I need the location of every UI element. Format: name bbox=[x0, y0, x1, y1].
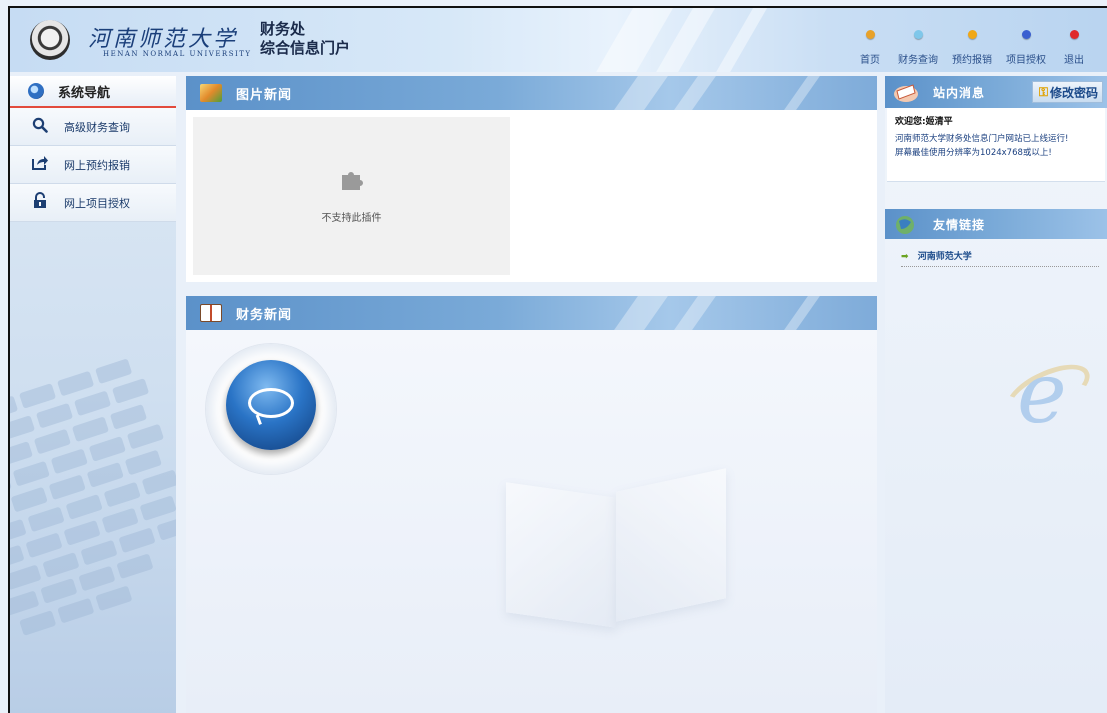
globe-icon bbox=[28, 83, 44, 99]
friendly-links-section: 友情链接 ➡ 河南师范大学 bbox=[885, 209, 1107, 267]
message-line: 河南师范大学财务处信息门户网站已上线运行! bbox=[895, 134, 1069, 144]
plugin-puzzle-icon bbox=[342, 172, 363, 190]
message-line: 屏幕最佳使用分辨率为1024x768或以上! bbox=[895, 148, 1052, 158]
share-icon bbox=[32, 155, 48, 174]
department-title: 财务处 综合信息门户 bbox=[260, 20, 350, 58]
friendly-links-title: 友情链接 bbox=[933, 217, 986, 232]
chat-bubble-outline bbox=[248, 388, 294, 418]
nav-logout-label: 退出 bbox=[1064, 55, 1084, 66]
right-sidebar: 站内消息 ⚿ 修改密码 欢迎您:姬清平 河南师范大学财务处信息门户网站已上线运行… bbox=[885, 76, 1107, 713]
main-content: 图片新闻 不支持此插件 财务新闻 bbox=[186, 76, 877, 713]
lock-icon bbox=[32, 192, 48, 213]
nav-home-label: 首页 bbox=[860, 55, 880, 66]
nav-home[interactable]: 首页 bbox=[849, 30, 891, 66]
picture-news-title: 图片新闻 bbox=[236, 87, 293, 103]
change-password-button[interactable]: ⚿ 修改密码 bbox=[1031, 81, 1103, 103]
picture-news-header: 图片新闻 bbox=[186, 76, 877, 110]
nav-dot-icon bbox=[967, 30, 977, 39]
portal-window: 河南师范大学 HENAN NORMAL UNIVERSITY 财务处 综合信息门… bbox=[8, 6, 1107, 713]
sidebar-item-label: 高级财务查询 bbox=[64, 120, 130, 134]
friendly-links-header: 友情链接 bbox=[885, 209, 1107, 239]
university-emblem-icon bbox=[30, 20, 70, 60]
nav-finance-query-label: 财务查询 bbox=[898, 55, 938, 66]
sidebar-item-online-project-authorization[interactable]: 网上项目授权 bbox=[10, 184, 176, 222]
finance-news-header: 财务新闻 bbox=[186, 296, 877, 330]
nav-logout[interactable]: 退出 bbox=[1053, 30, 1095, 66]
department-title-line2: 综合信息门户 bbox=[260, 39, 351, 57]
site-messages-title: 站内消息 bbox=[933, 85, 986, 100]
search-icon bbox=[32, 117, 48, 137]
university-name-cn: 河南师范大学 bbox=[88, 27, 239, 52]
plugin-unsupported-message: 不支持此插件 bbox=[321, 213, 382, 224]
friendly-link-item[interactable]: ➡ 河南师范大学 bbox=[901, 249, 1099, 267]
nav-dot-icon bbox=[1021, 30, 1031, 39]
plugin-placeholder: 不支持此插件 bbox=[193, 117, 510, 275]
sidebar: 系统导航 高级财务查询 网上预约报销 网上项目授权 bbox=[10, 76, 176, 713]
department-title-line1: 财务处 bbox=[260, 20, 306, 38]
university-name-en: HENAN NORMAL UNIVERSITY bbox=[103, 50, 252, 58]
arrow-right-icon: ➡ bbox=[901, 252, 909, 262]
key-icon: ⚿ bbox=[1038, 84, 1048, 99]
change-password-label: 修改密码 bbox=[1049, 85, 1098, 100]
welcome-text: 欢迎您:姬清平 bbox=[895, 117, 953, 127]
nav-reimbursement[interactable]: 预约报销 bbox=[945, 30, 999, 66]
book-watermark bbox=[486, 460, 746, 630]
picture-news-panel: 不支持此插件 bbox=[186, 110, 877, 282]
book-icon bbox=[200, 304, 222, 322]
nav-dot-icon bbox=[913, 30, 923, 39]
picture-icon bbox=[200, 84, 222, 102]
finance-news-title: 财务新闻 bbox=[236, 307, 293, 323]
finance-news-panel bbox=[186, 330, 877, 713]
message-envelope-icon bbox=[894, 84, 918, 102]
finance-news-section: 财务新闻 bbox=[186, 296, 877, 713]
keyboard-decoration bbox=[10, 350, 176, 713]
globe-link-icon bbox=[896, 216, 914, 234]
nav-project-authorization[interactable]: 项目授权 bbox=[999, 30, 1053, 66]
friendly-link-label: 河南师范大学 bbox=[917, 252, 972, 262]
sidebar-heading-label: 系统导航 bbox=[58, 85, 111, 101]
sidebar-item-label: 网上预约报销 bbox=[64, 158, 130, 172]
nav-project-authorization-label: 项目授权 bbox=[1006, 55, 1046, 66]
internet-explorer-watermark-icon: e bbox=[998, 351, 1098, 441]
sidebar-heading: 系统导航 bbox=[10, 76, 176, 108]
site-messages-panel: 欢迎您:姬清平 河南师范大学财务处信息门户网站已上线运行! 屏幕最佳使用分辨率为… bbox=[887, 108, 1105, 182]
nav-finance-query[interactable]: 财务查询 bbox=[891, 30, 945, 66]
sidebar-item-online-reimbursement[interactable]: 网上预约报销 bbox=[10, 146, 176, 184]
site-messages-header: 站内消息 ⚿ 修改密码 bbox=[885, 76, 1107, 108]
sidebar-item-label: 网上项目授权 bbox=[64, 196, 130, 210]
nav-reimbursement-label: 预约报销 bbox=[952, 55, 992, 66]
header-banner: 河南师范大学 HENAN NORMAL UNIVERSITY 财务处 综合信息门… bbox=[10, 8, 1107, 72]
nav-dot-icon bbox=[1069, 30, 1079, 39]
sidebar-item-advanced-finance-query[interactable]: 高级财务查询 bbox=[10, 108, 176, 146]
nav-dot-icon bbox=[865, 30, 875, 39]
top-navigation: 首页 财务查询 预约报销 项目授权 退出 bbox=[849, 30, 1095, 66]
